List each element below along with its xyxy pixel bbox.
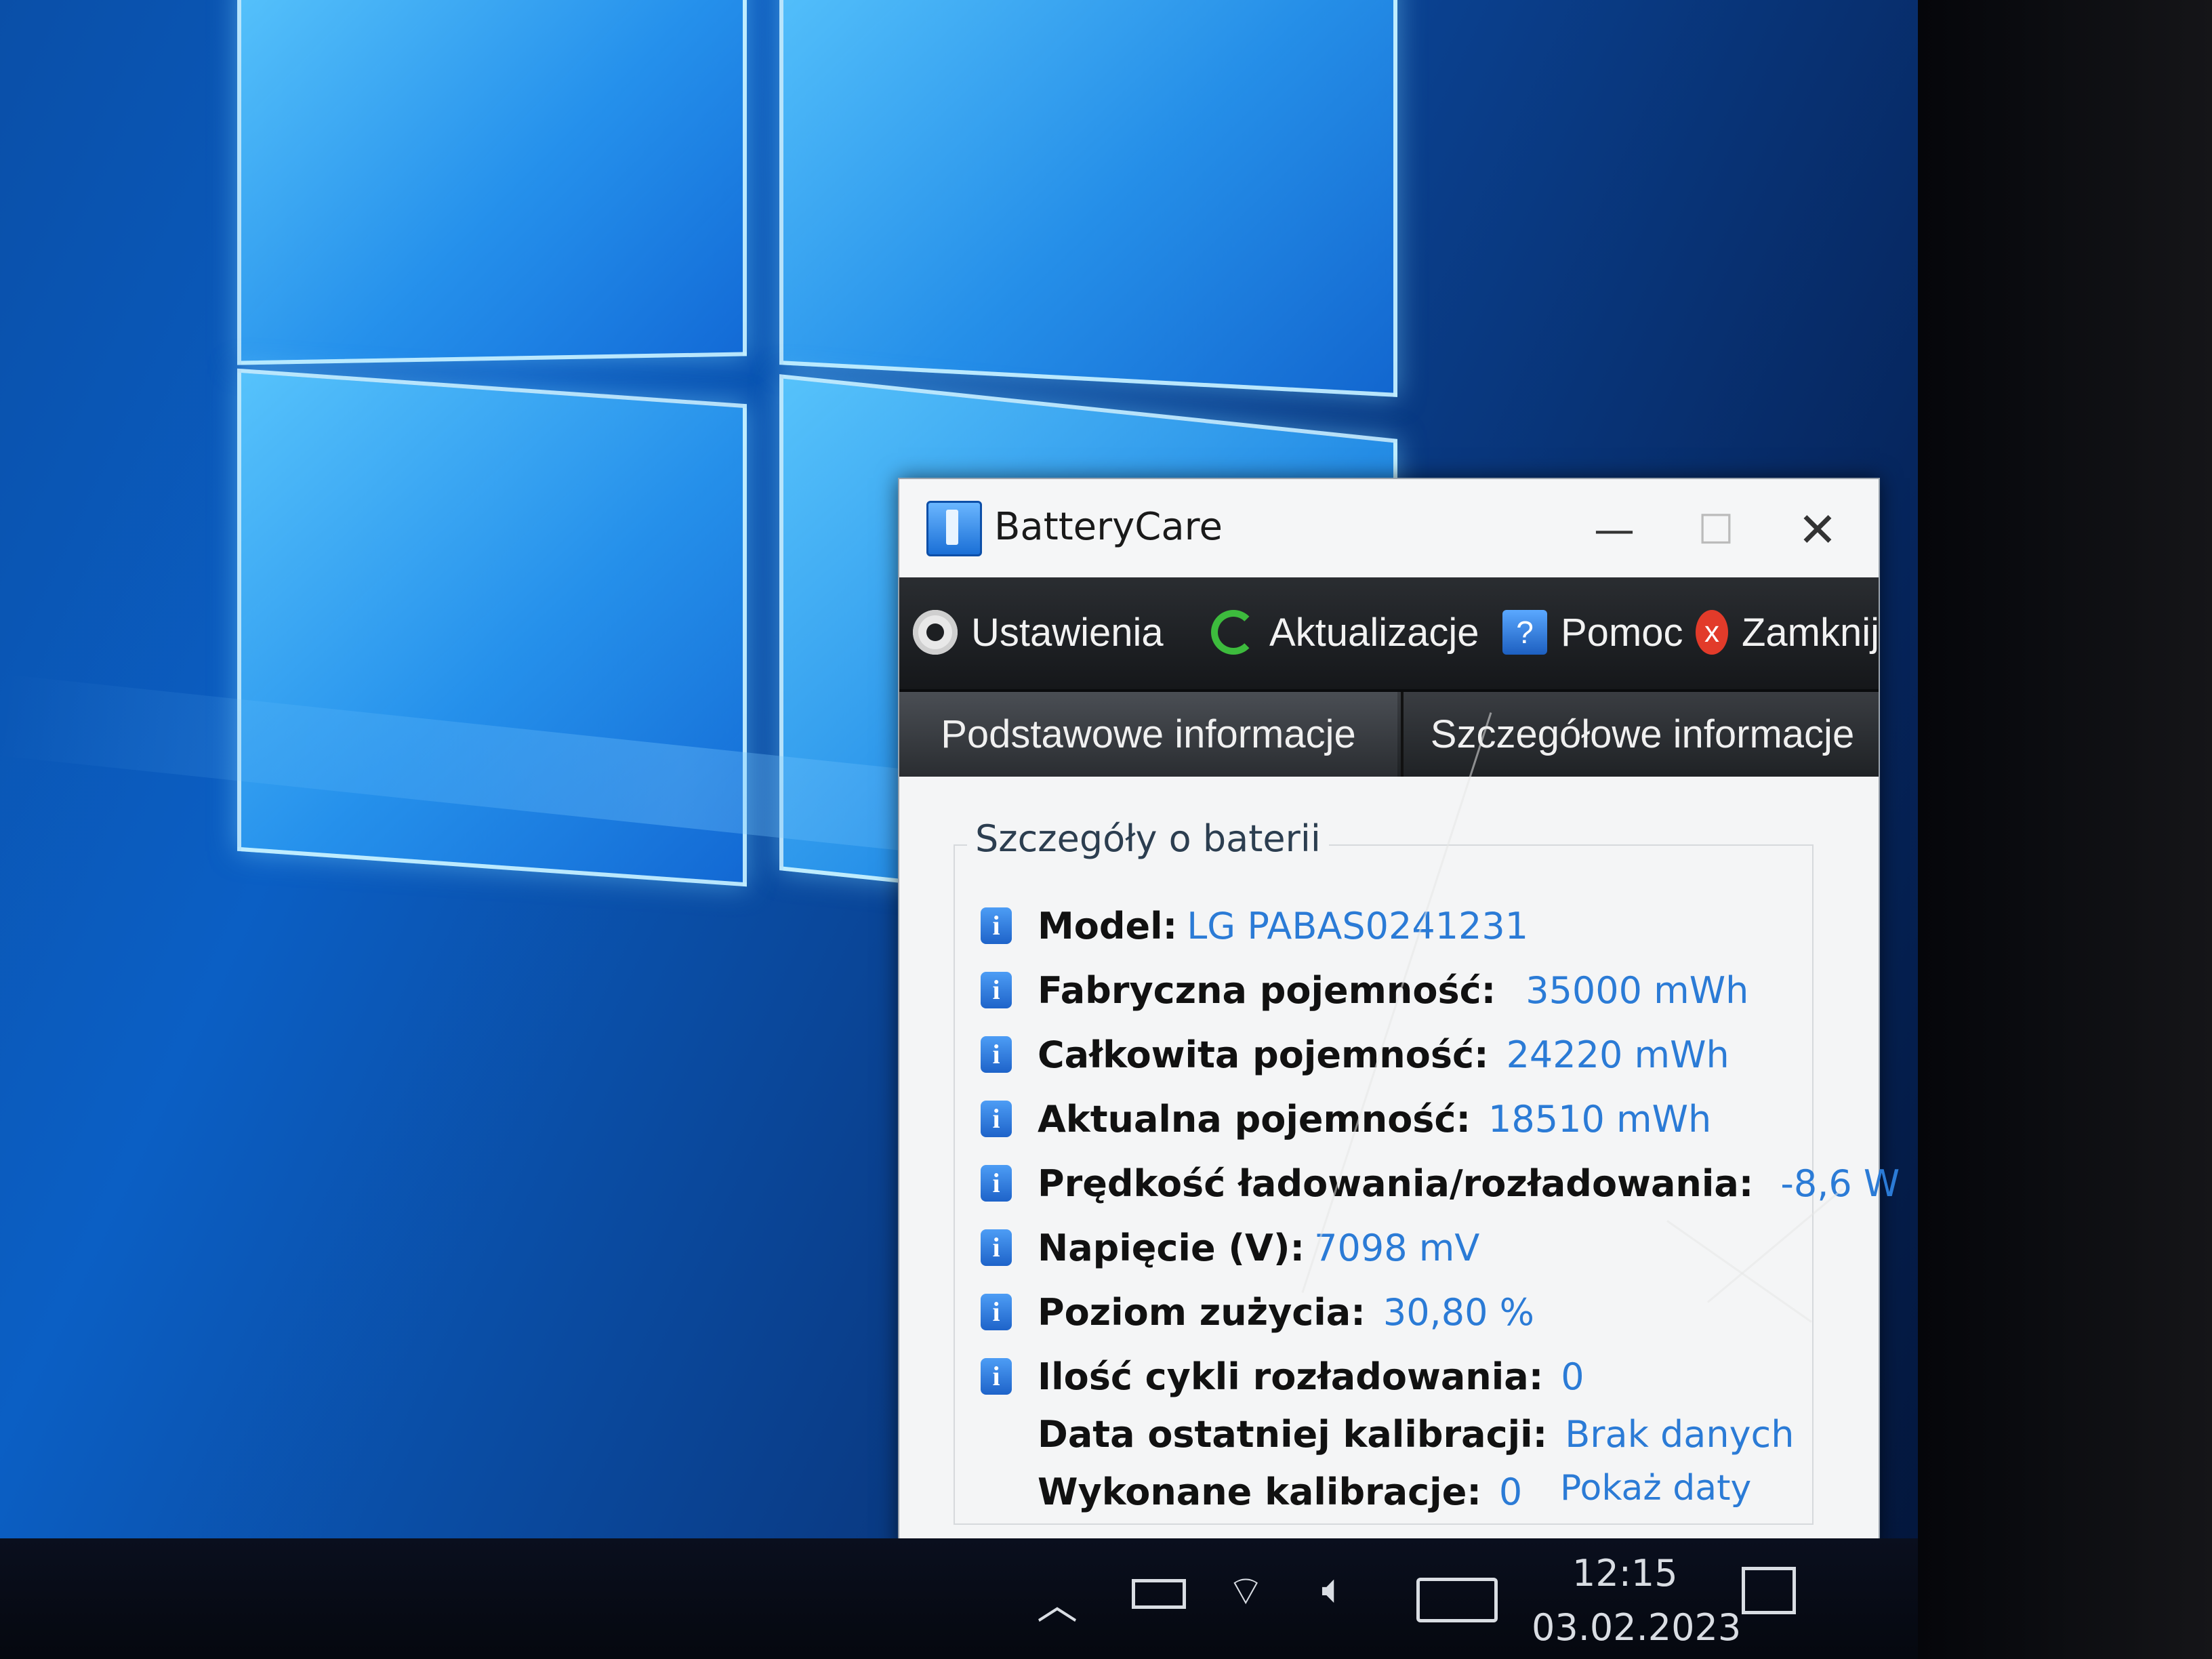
last-calibration-label: Data ostatniej kalibracji: (1038, 1412, 1548, 1456)
windows-logo-pane-top-right (779, 0, 1397, 397)
detail-row-model: i Model: LG PABAS0241231 (981, 899, 1528, 953)
info-icon: i (981, 1294, 1012, 1330)
wifi-icon[interactable]: ⌔ (1227, 1565, 1265, 1616)
detail-row-last-calibration: Data ostatniej kalibracji: Brak danych (981, 1407, 1794, 1461)
info-icon: i (981, 1101, 1012, 1137)
batterycare-window: BatteryCare — ☐ ✕ Ustawienia Aktualizacj… (898, 478, 1900, 1551)
monitor-bezel (1918, 0, 2212, 1659)
settings-label: Ustawienia (971, 610, 1164, 655)
close-label: Zamknij (1742, 610, 1880, 655)
model-label: Model: (1038, 904, 1178, 947)
close-window-button[interactable]: ✕ (1780, 499, 1855, 560)
windows-logo-pane-top-left (237, 0, 747, 365)
info-icon: i (981, 1165, 1012, 1202)
info-icon: i (981, 1229, 1012, 1266)
discharge-cycles-label: Ilość cykli rozładowania: (1038, 1355, 1544, 1398)
help-label: Pomoc (1561, 610, 1683, 655)
close-icon: x (1696, 610, 1728, 655)
close-app-button[interactable]: x Zamknij (1696, 602, 1879, 663)
discharge-cycles-value: 0 (1561, 1355, 1584, 1398)
window-title: BatteryCare (994, 505, 1223, 549)
charge-rate-label: Prędkość ładowania/rozładowania: (1038, 1162, 1754, 1205)
design-capacity-value: 35000 mWh (1525, 968, 1749, 1012)
wear-level-label: Poziom zużycia: (1038, 1290, 1366, 1334)
design-capacity-label: Fabryczna pojemność: (1038, 968, 1496, 1012)
touch-keyboard-icon[interactable] (1416, 1578, 1498, 1622)
info-icon: i (981, 1036, 1012, 1073)
battery-icon[interactable] (1132, 1579, 1186, 1609)
full-capacity-value: 24220 mWh (1506, 1033, 1729, 1076)
detail-row-charge-rate: i Prędkość ładowania/rozładowania: -8,6 … (981, 1156, 1900, 1210)
calibrations-done-value: 0 (1498, 1470, 1523, 1513)
detail-row-wear-level: i Poziom zużycia: 30,80 % (981, 1285, 1534, 1339)
detail-row-full-capacity: i Całkowita pojemność: 24220 mWh (981, 1027, 1729, 1082)
tab-bar: Podstawowe informacje Szczegółowe inform… (899, 692, 1879, 777)
detail-row-design-capacity: i Fabryczna pojemność: 35000 mWh (981, 963, 1748, 1017)
maximize-button[interactable]: ☐ (1679, 499, 1753, 560)
volume-icon[interactable]: 🔈︎ (1322, 1565, 1346, 1613)
updates-button[interactable]: Aktualizacje (1211, 602, 1479, 663)
detail-row-voltage: i Napięcie (V): 7098 mV (981, 1221, 1479, 1275)
details-panel: Szczegóły o baterii i Model: LG PABAS024… (899, 777, 1900, 1550)
info-icon: i (981, 972, 1012, 1008)
show-dates-link[interactable]: Pokaż daty (1560, 1468, 1751, 1509)
gear-icon (913, 610, 958, 655)
current-capacity-label: Aktualna pojemność: (1038, 1097, 1471, 1141)
model-value: LG PABAS0241231 (1187, 904, 1529, 947)
clock-date[interactable]: 03.02.2023 (1532, 1606, 1741, 1649)
clock-time[interactable]: 12:15 (1572, 1552, 1678, 1595)
voltage-label: Napięcie (V): (1038, 1226, 1305, 1269)
detail-row-current-capacity: i Aktualna pojemność: 18510 mWh (981, 1092, 1711, 1146)
current-capacity-value: 18510 mWh (1488, 1097, 1712, 1141)
refresh-icon (1211, 610, 1256, 655)
tab-basic-info[interactable]: Podstawowe informacje (899, 692, 1397, 777)
voltage-value: 7098 mV (1314, 1226, 1480, 1269)
detail-row-calibrations-done: Wykonane kalibracje: 0 (981, 1465, 1522, 1519)
taskbar: ︿ ⌔ 🔈︎ 12:15 03.02.2023 (0, 1538, 1918, 1659)
updates-label: Aktualizacje (1269, 610, 1479, 655)
detail-row-discharge-cycles: i Ilość cykli rozładowania: 0 (981, 1349, 1584, 1404)
settings-button[interactable]: Ustawienia (913, 602, 1164, 663)
wear-level-value: 30,80 % (1382, 1290, 1534, 1334)
calibrations-done-label: Wykonane kalibracje: (1038, 1470, 1481, 1513)
last-calibration-value: Brak danych (1565, 1412, 1795, 1456)
show-hidden-icons-chevron-icon[interactable]: ︿ (1037, 1572, 1078, 1631)
notification-center-icon[interactable] (1742, 1567, 1796, 1614)
help-icon: ? (1502, 610, 1547, 655)
info-icon: i (981, 907, 1012, 944)
minimize-button[interactable]: — (1577, 499, 1652, 560)
battery-app-icon (926, 501, 982, 556)
info-icon: i (981, 1358, 1012, 1395)
toolbar: Ustawienia Aktualizacje ? Pomoc x Zamkni… (899, 577, 1879, 692)
help-button[interactable]: ? Pomoc (1502, 602, 1683, 663)
title-bar[interactable]: BatteryCare — ☐ ✕ (899, 479, 1879, 577)
charge-rate-value: -8,6 W (1780, 1162, 1900, 1205)
group-title: Szczegóły o baterii (967, 817, 1329, 860)
full-capacity-label: Całkowita pojemność: (1038, 1033, 1489, 1076)
